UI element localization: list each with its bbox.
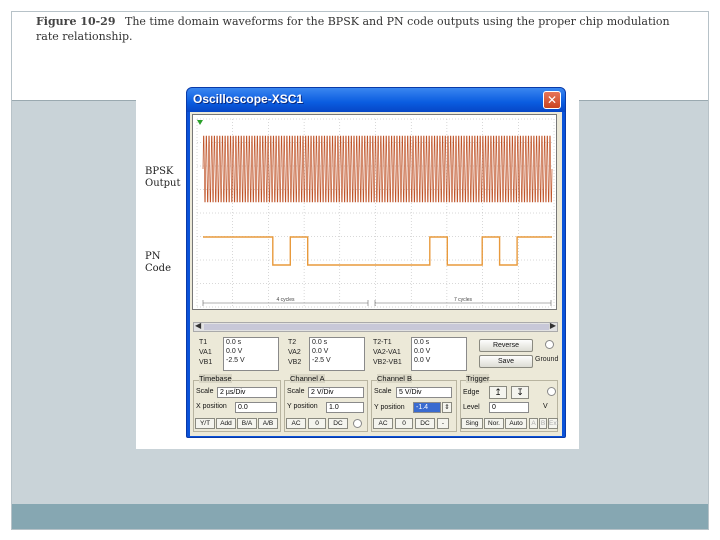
t1-values: 0.0 s 0.0 V -2.5 V [223, 337, 279, 371]
trigger-source-a-button[interactable]: A [529, 418, 538, 429]
channel-b-minus-button[interactable]: - [437, 418, 449, 429]
t2-time: 0.0 s [312, 339, 328, 346]
figure-caption-text: The time domain waveforms for the BPSK a… [36, 15, 670, 43]
scope-display: 4 cycles 7 cycles [196, 118, 555, 308]
t2-values: 0.0 s 0.0 V -2.5 V [309, 337, 365, 371]
t2-t1-va: 0.0 V [414, 348, 431, 355]
t1-time: 0.0 s [226, 339, 242, 346]
mode-ba-button[interactable]: B/A [237, 418, 257, 429]
t2-row2-label: VA2 [288, 349, 301, 356]
trigger-ext-radio[interactable] [547, 387, 556, 396]
channel-a-dc-button[interactable]: DC [328, 418, 348, 429]
scope-grid [196, 118, 555, 308]
mode-yt-button[interactable]: Y/T [195, 418, 215, 429]
t2-label: T2 [288, 339, 297, 346]
t1-vb: -2.5 V [226, 357, 245, 364]
channel-a-header: Channel A [290, 374, 325, 383]
figure-number: Figure 10-29 [36, 15, 116, 28]
save-button[interactable]: Save [479, 355, 533, 368]
horizontal-scrollbar[interactable]: ◀ ▶ [193, 321, 558, 332]
trigger-header: Trigger [466, 374, 490, 383]
channel-b-zero-button[interactable]: 0 [395, 418, 413, 429]
channel-a-ypos-label: Y position [287, 403, 318, 410]
timebase-scale-input[interactable]: 2 µs/Div [217, 387, 277, 398]
channel-b-ac-button[interactable]: AC [373, 418, 393, 429]
bpsk-waveform [202, 135, 553, 203]
t2-va: 0.0 V [312, 348, 329, 355]
channel-b-header: Channel B [377, 374, 413, 383]
falling-edge-icon[interactable]: ↧ [511, 386, 529, 399]
cursor-readout: T1 VA1 VB1 0.0 s 0.0 V -2.5 V T2 VA2 VB2… [193, 336, 559, 372]
window-title: Oscilloscope-XSC1 [193, 92, 304, 106]
channel-a-ypos-input[interactable]: 1.0 [326, 402, 364, 413]
channel-a-zero-button[interactable]: 0 [308, 418, 326, 429]
pn-waveform [203, 236, 552, 266]
pn-label-line2: Code [145, 263, 171, 274]
scroll-thumb[interactable] [204, 324, 549, 330]
t1-row2-label: VA1 [199, 349, 212, 356]
trigger-level-unit: V [543, 403, 548, 410]
trigger-normal-button[interactable]: Nor. [484, 418, 504, 429]
trigger-level-input[interactable]: 0 [489, 402, 529, 413]
channel-a-scale-input[interactable]: 2 V/Div [308, 387, 364, 398]
trigger-single-button[interactable]: Sing [461, 418, 483, 429]
slide-footer-bar [12, 504, 708, 529]
timebase-scale-label: Scale [196, 388, 214, 395]
window-titlebar[interactable]: Oscilloscope-XSC1 ✕ [187, 88, 565, 112]
t2-t1-label: T2-T1 [373, 339, 392, 346]
bpsk-trace [202, 135, 553, 203]
figure-caption: Figure 10-29 The time domain waveforms f… [36, 14, 686, 44]
ground-label: Ground [535, 356, 559, 363]
pn-code-label: PN Code [145, 251, 189, 275]
ground-radio[interactable] [545, 340, 554, 349]
mode-add-button[interactable]: Add [216, 418, 236, 429]
channel-b-ypos-label: Y position [374, 404, 405, 411]
cycle-label: 4 cycles [276, 297, 295, 303]
channel-a-ac-button[interactable]: AC [286, 418, 306, 429]
timebase-xpos-input[interactable]: 0.0 [235, 402, 277, 413]
t1-row3-label: VB1 [199, 359, 213, 366]
t2-t1-row2-label: VA2-VA1 [373, 349, 401, 356]
trigger-source-ext-button[interactable]: Ext [548, 418, 558, 429]
oscilloscope-screen[interactable]: 4 cycles 7 cycles [192, 114, 557, 310]
mode-ab-button[interactable]: A/B [258, 418, 278, 429]
oscilloscope-window: Oscilloscope-XSC1 ✕ 4 cycles 7 cycles ◀ ▶… [186, 87, 566, 438]
channel-a-radio[interactable] [353, 419, 362, 428]
channel-a-scale-label: Scale [287, 388, 305, 395]
t2-t1-values: 0.0 s 0.0 V 0.0 V [411, 337, 467, 371]
pn-code-trace [203, 236, 552, 266]
trigger-auto-button[interactable]: Auto [505, 418, 527, 429]
t1-label: T1 [199, 339, 208, 346]
reverse-button[interactable]: Reverse [479, 339, 533, 352]
channel-b-scale-input[interactable]: 5 V/Div [396, 387, 452, 398]
channel-b-scale-label: Scale [374, 388, 392, 395]
t2-t1-row3-label: VB2-VB1 [373, 359, 402, 366]
channel-b-ypos-input[interactable]: -1.4 [413, 402, 441, 413]
rising-edge-icon[interactable]: ↥ [489, 386, 507, 399]
close-button[interactable]: ✕ [543, 91, 561, 109]
scroll-left-icon[interactable]: ◀ [195, 321, 201, 330]
t2-t1-time: 0.0 s [414, 339, 430, 346]
channel-b-dc-button[interactable]: DC [415, 418, 435, 429]
bpsk-output-label: BPSK Output [145, 166, 189, 190]
t2-row3-label: VB2 [288, 359, 302, 366]
t2-t1-vb: 0.0 V [414, 357, 431, 364]
pn-label-line1: PN [145, 251, 161, 262]
trigger-level-label: Level [463, 404, 480, 411]
cycle-label: 7 cycles [454, 297, 473, 303]
channel-b-ypos-spinner-icon[interactable]: ⇕ [442, 402, 452, 413]
bpsk-label-line1: BPSK [145, 166, 174, 177]
control-panel: Timebase Scale 2 µs/Div X position 0.0 Y… [193, 374, 559, 434]
trigger-edge-label: Edge [463, 389, 480, 396]
trigger-source-b-button[interactable]: B [539, 418, 547, 429]
timebase-header: Timebase [199, 374, 232, 383]
timebase-xpos-label: X position [196, 403, 227, 410]
scroll-right-icon[interactable]: ▶ [550, 321, 556, 330]
window-client: 4 cycles 7 cycles ◀ ▶ T1 VA1 VB1 0.0 s 0.… [190, 112, 562, 436]
t1-va: 0.0 V [226, 348, 243, 355]
t2-vb: -2.5 V [312, 357, 331, 364]
bpsk-label-line2: Output [145, 178, 181, 189]
trigger-marker-icon [197, 120, 203, 125]
cycle-annotations: 4 cycles 7 cycles [202, 297, 552, 306]
